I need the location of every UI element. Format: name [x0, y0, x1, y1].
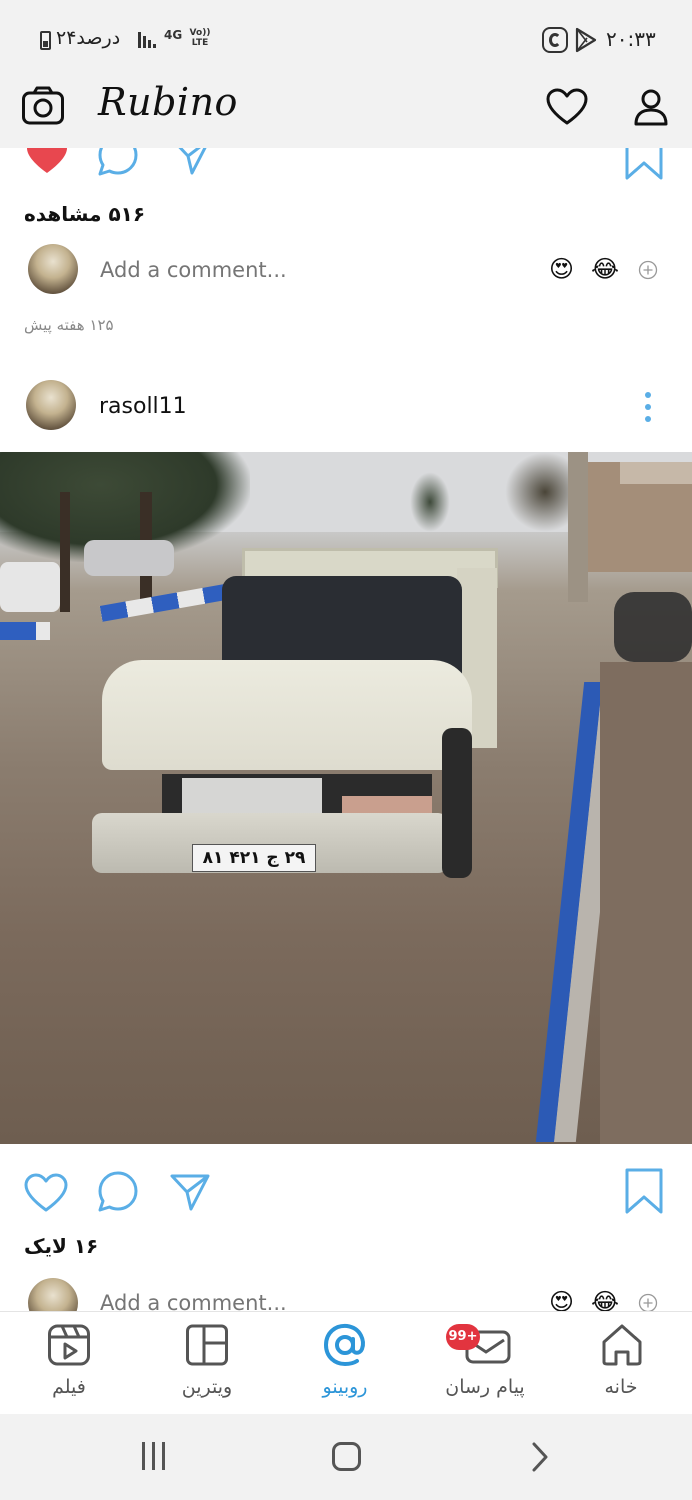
nav-rubino-label: روبینو	[322, 1376, 368, 1398]
showcase-grid-icon	[186, 1324, 228, 1366]
like-icon[interactable]	[24, 1172, 68, 1214]
nav-home[interactable]: خانه	[552, 1312, 690, 1415]
nav-rubino[interactable]: روبینو	[276, 1312, 414, 1415]
liked-heart-icon[interactable]	[25, 148, 69, 178]
home-icon	[602, 1324, 642, 1366]
bookmark-icon[interactable]	[624, 1168, 664, 1214]
post-time: ۱۲۵ هفته پیش	[24, 316, 114, 334]
laughing-emoji-button[interactable]: 😂	[591, 1288, 619, 1311]
battery-percentage: ۲۴درصد	[56, 27, 121, 49]
film-icon	[48, 1324, 90, 1366]
heart-icon[interactable]	[546, 88, 588, 126]
share-icon[interactable]	[170, 148, 212, 176]
more-options-icon[interactable]	[640, 390, 656, 424]
profile-icon[interactable]	[634, 88, 668, 126]
back-button[interactable]	[530, 1441, 550, 1473]
bottom-navigation: فیلم ویترین روبینو 99+ پیام رسان خانه	[0, 1311, 692, 1414]
post-image[interactable]: ۲۹ ج ۴۲۱ ۸۱	[0, 452, 692, 1144]
home-button[interactable]	[332, 1442, 361, 1471]
license-plate: ۲۹ ج ۴۲۱ ۸۱	[192, 844, 316, 872]
comment-icon[interactable]	[96, 148, 140, 178]
avatar	[28, 1278, 78, 1311]
feed[interactable]: ۵۱۶ مشاهده 😍 😂 ۱۲۵ هفته پیش rasoll11	[0, 148, 692, 1311]
comment-input[interactable]	[100, 254, 520, 286]
play-store-icon	[575, 27, 597, 53]
share-icon[interactable]	[168, 1170, 212, 1212]
laughing-emoji-button[interactable]: 😂	[591, 255, 619, 283]
heart-eyes-emoji-button[interactable]: 😍	[549, 1288, 574, 1311]
app-logo: Rubino	[98, 80, 238, 124]
heart-eyes-emoji-button[interactable]: 😍	[549, 255, 574, 283]
add-emoji-icon[interactable]	[638, 1293, 658, 1311]
unread-badge: 99+	[446, 1324, 480, 1350]
nav-messenger-label: پیام رسان	[445, 1376, 525, 1398]
edge-browser-icon	[542, 27, 568, 53]
nav-home-label: خانه	[604, 1376, 638, 1398]
avatar	[28, 244, 78, 294]
camera-icon[interactable]	[21, 86, 65, 126]
nav-film[interactable]: فیلم	[0, 1312, 138, 1415]
nav-showcase-label: ویترین	[181, 1376, 233, 1398]
clock: ۲۰:۳۳	[606, 27, 656, 51]
volte-indicator: Vo)) LTE	[189, 28, 211, 48]
signal-icon	[138, 32, 158, 48]
recent-apps-button[interactable]	[139, 1442, 169, 1470]
nav-film-label: فیلم	[52, 1376, 86, 1398]
post-author-avatar[interactable]	[26, 380, 76, 430]
comment-icon[interactable]	[96, 1170, 140, 1214]
battery-icon	[40, 31, 51, 50]
view-count: ۵۱۶ مشاهده	[24, 202, 146, 226]
bookmark-icon[interactable]	[624, 148, 664, 180]
status-bar: ۲۴درصد 4G Vo)) LTE ۲۰:۳۳	[0, 0, 692, 80]
system-navigation-bar	[0, 1414, 692, 1500]
network-type: 4G	[164, 28, 183, 42]
nav-showcase[interactable]: ویترین	[138, 1312, 276, 1415]
comment-input[interactable]	[100, 1287, 520, 1311]
add-emoji-icon[interactable]	[638, 260, 658, 280]
nav-messenger[interactable]: 99+ پیام رسان	[414, 1312, 552, 1415]
post-author-username[interactable]: rasoll11	[99, 394, 187, 419]
pickup-truck: ۲۹ ج ۴۲۱ ۸۱	[92, 548, 508, 888]
like-count[interactable]: ۱۶ لایک	[24, 1234, 224, 1258]
at-sign-icon	[323, 1323, 365, 1367]
